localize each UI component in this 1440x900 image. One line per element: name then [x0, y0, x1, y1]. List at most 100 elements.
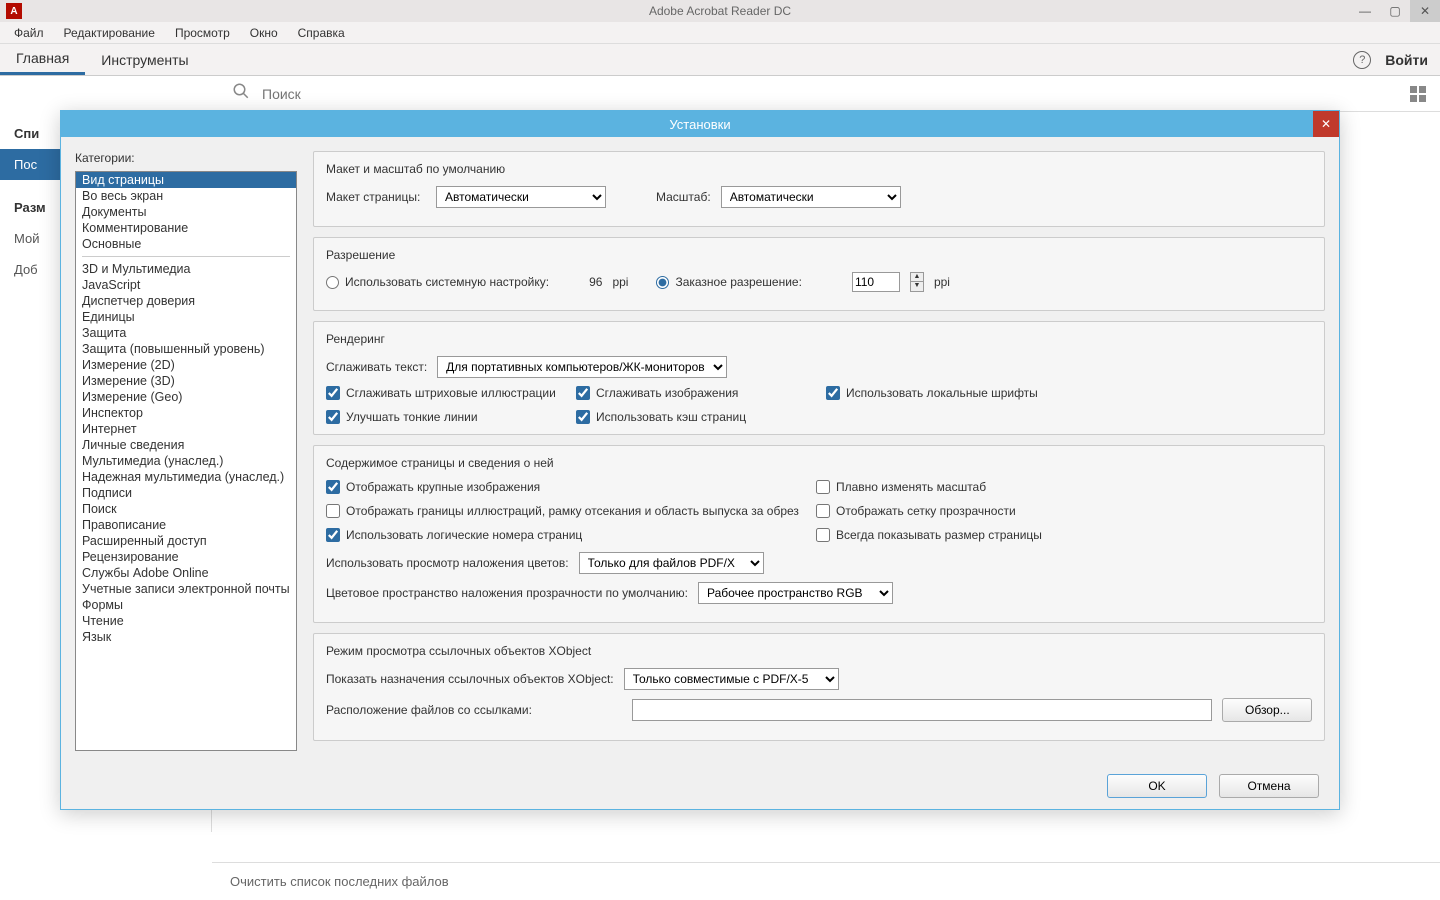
group-content: Содержимое страницы и сведения о ней Ото…	[313, 445, 1325, 623]
zoom-select[interactable]: Автоматически	[721, 186, 901, 208]
custom-resolution-radio[interactable]: Заказное разрешение:	[656, 275, 802, 289]
clear-recent-link[interactable]: Очистить список последних файлов	[230, 874, 449, 889]
overprint-select[interactable]: Только для файлов PDF/X	[579, 552, 764, 574]
page-layout-label: Макет страницы:	[326, 190, 426, 204]
category-item[interactable]: Расширенный доступ	[76, 533, 296, 549]
menu-window[interactable]: Окно	[240, 24, 288, 42]
category-item[interactable]: Документы	[76, 204, 296, 220]
ppi-unit: ppi	[934, 275, 950, 289]
xobject-location-input[interactable]	[632, 699, 1212, 721]
menu-edit[interactable]: Редактирование	[54, 24, 165, 42]
xobject-location-label: Расположение файлов со ссылками:	[326, 703, 532, 717]
page-layout-select[interactable]: Автоматически	[436, 186, 606, 208]
smooth-images-checkbox[interactable]: Сглаживать изображения	[576, 386, 826, 400]
dialog-titlebar: Установки ✕	[61, 111, 1339, 137]
category-item[interactable]: Во весь экран	[76, 188, 296, 204]
window-title: Adobe Acrobat Reader DC	[649, 4, 791, 18]
search-input[interactable]	[262, 86, 562, 102]
category-item[interactable]: Рецензирование	[76, 549, 296, 565]
category-item[interactable]: Вид страницы	[76, 172, 296, 188]
logical-page-num-checkbox[interactable]: Использовать логические номера страниц	[326, 528, 816, 542]
category-item[interactable]: Измерение (2D)	[76, 357, 296, 373]
grid-view-icon[interactable]	[1410, 86, 1426, 102]
tab-tools[interactable]: Инструменты	[85, 44, 204, 75]
category-item[interactable]: Интернет	[76, 421, 296, 437]
system-resolution-radio[interactable]: Использовать системную настройку:	[326, 275, 549, 289]
preferences-dialog: Установки ✕ Категории: Вид страницы Во в…	[60, 110, 1340, 810]
category-item[interactable]: Формы	[76, 597, 296, 613]
window-controls: — ▢ ✕	[1350, 0, 1440, 22]
smooth-zoom-checkbox[interactable]: Плавно изменять масштаб	[816, 480, 1116, 494]
menu-view[interactable]: Просмотр	[165, 24, 240, 42]
local-fonts-checkbox[interactable]: Использовать локальные шрифты	[826, 386, 1076, 400]
large-images-checkbox[interactable]: Отображать крупные изображения	[326, 480, 816, 494]
category-item[interactable]: Измерение (3D)	[76, 373, 296, 389]
category-item[interactable]: Измерение (Geo)	[76, 389, 296, 405]
group-resolution: Разрешение Использовать системную настро…	[313, 237, 1325, 311]
group-title: Макет и масштаб по умолчанию	[326, 162, 1312, 176]
category-item[interactable]: Защита (повышенный уровень)	[76, 341, 296, 357]
colorspace-select[interactable]: Рабочее пространство RGB	[698, 582, 893, 604]
search-bar	[212, 76, 1440, 112]
smooth-text-select[interactable]: Для портативных компьютеров/ЖК-мониторов	[437, 356, 727, 378]
category-item[interactable]: Единицы	[76, 309, 296, 325]
colorspace-label: Цветовое пространство наложения прозрачн…	[326, 586, 688, 600]
category-item[interactable]: Подписи	[76, 485, 296, 501]
tab-main[interactable]: Главная	[0, 44, 85, 75]
xobject-target-label: Показать назначения ссылочных объектов X…	[326, 672, 614, 686]
group-title: Содержимое страницы и сведения о ней	[326, 456, 1312, 470]
category-item[interactable]: JavaScript	[76, 277, 296, 293]
category-item[interactable]: Поиск	[76, 501, 296, 517]
menubar: Файл Редактирование Просмотр Окно Справк…	[0, 22, 1440, 44]
transparency-grid-checkbox[interactable]: Отображать сетку прозрачности	[816, 504, 1116, 518]
page-cache-checkbox[interactable]: Использовать кэш страниц	[576, 410, 826, 424]
tab-bar: Главная Инструменты ? Войти	[0, 44, 1440, 76]
close-icon[interactable]: ✕	[1313, 111, 1339, 137]
category-item[interactable]: Чтение	[76, 613, 296, 629]
categories-list[interactable]: Вид страницы Во весь экран Документы Ком…	[75, 171, 297, 751]
category-item[interactable]: Комментирование	[76, 220, 296, 236]
smooth-text-label: Сглаживать текст:	[326, 360, 427, 374]
cancel-button[interactable]: Отмена	[1219, 774, 1319, 798]
category-item[interactable]: Надежная мультимедиа (унаслед.)	[76, 469, 296, 485]
resolution-spinner[interactable]: ▲▼	[910, 272, 924, 292]
category-item[interactable]: Основные	[76, 236, 296, 252]
always-show-size-checkbox[interactable]: Всегда показывать размер страницы	[816, 528, 1116, 542]
category-item[interactable]: Защита	[76, 325, 296, 341]
login-button[interactable]: Войти	[1385, 52, 1428, 68]
categories-panel: Категории: Вид страницы Во весь экран До…	[75, 151, 297, 743]
categories-label: Категории:	[75, 151, 297, 165]
help-icon[interactable]: ?	[1353, 51, 1371, 69]
xobject-target-select[interactable]: Только совместимые с PDF/X-5	[624, 668, 839, 690]
group-title: Разрешение	[326, 248, 1312, 262]
minimize-button[interactable]: —	[1350, 0, 1380, 22]
close-button[interactable]: ✕	[1410, 0, 1440, 22]
enhance-lines-checkbox[interactable]: Улучшать тонкие линии	[326, 410, 576, 424]
maximize-button[interactable]: ▢	[1380, 0, 1410, 22]
menu-help[interactable]: Справка	[288, 24, 355, 42]
category-item[interactable]: 3D и Мультимедиа	[76, 261, 296, 277]
category-item[interactable]: Службы Adobe Online	[76, 565, 296, 581]
category-item[interactable]: Инспектор	[76, 405, 296, 421]
group-layout: Макет и масштаб по умолчанию Макет стран…	[313, 151, 1325, 227]
zoom-label: Масштаб:	[656, 190, 711, 204]
ppi-unit: ppi	[612, 275, 628, 289]
art-bounds-checkbox[interactable]: Отображать границы иллюстраций, рамку от…	[326, 504, 816, 518]
category-item[interactable]: Мультимедиа (унаслед.)	[76, 453, 296, 469]
system-resolution-value: 96	[589, 275, 602, 289]
category-item[interactable]: Диспетчер доверия	[76, 293, 296, 309]
browse-button[interactable]: Обзор...	[1222, 698, 1312, 722]
menu-file[interactable]: Файл	[4, 24, 54, 42]
group-rendering: Рендеринг Сглаживать текст: Для портатив…	[313, 321, 1325, 435]
category-item[interactable]: Язык	[76, 629, 296, 645]
overprint-label: Использовать просмотр наложения цветов:	[326, 556, 569, 570]
smooth-lineart-checkbox[interactable]: Сглаживать штриховые иллюстрации	[326, 386, 576, 400]
category-item[interactable]: Личные сведения	[76, 437, 296, 453]
custom-resolution-input[interactable]	[852, 272, 900, 292]
category-item[interactable]: Учетные записи электронной почты	[76, 581, 296, 597]
group-title: Режим просмотра ссылочных объектов XObje…	[326, 644, 1312, 658]
ok-button[interactable]: OK	[1107, 774, 1207, 798]
search-icon	[232, 82, 250, 105]
category-item[interactable]: Правописание	[76, 517, 296, 533]
titlebar: A Adobe Acrobat Reader DC — ▢ ✕	[0, 0, 1440, 22]
